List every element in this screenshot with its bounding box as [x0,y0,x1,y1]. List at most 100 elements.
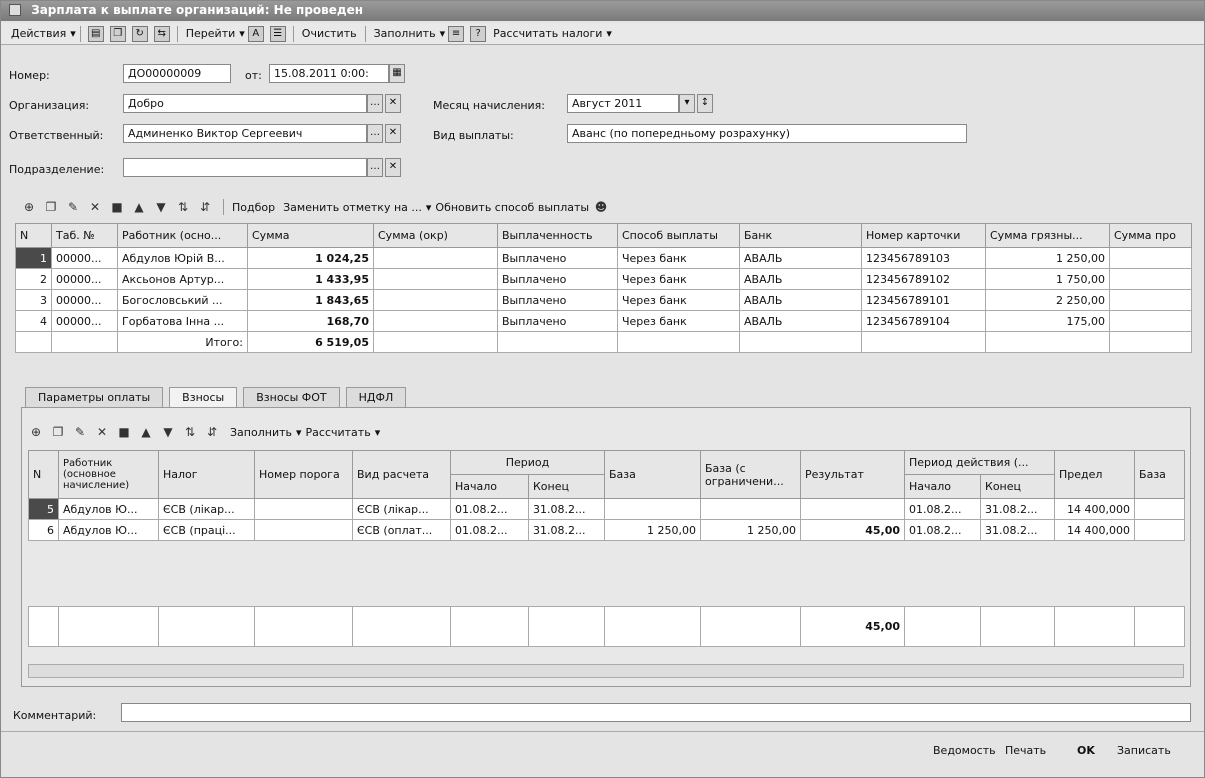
fill-menu[interactable]: Заполнить [370,27,440,40]
delete-icon[interactable]: ✕ [94,425,110,439]
column-header[interactable]: N [28,450,59,499]
sort-asc-icon[interactable]: ⇅ [182,425,198,439]
person-icon[interactable]: ☻ [593,200,609,214]
column-header[interactable]: Работник (осно... [117,223,248,248]
clear-button[interactable]: Очистить [298,27,361,40]
select-button[interactable]: Подбор [228,201,279,214]
sort-asc-icon[interactable]: ⇅ [175,200,191,214]
paytype-field[interactable]: Аванс (по попередньому розрахунку) [567,124,967,143]
goto-menu[interactable]: Перейти [182,27,240,40]
column-header[interactable]: База (с ограничени... [700,450,802,499]
horizontal-scrollbar[interactable] [28,664,1184,678]
column-header[interactable]: Работник (основное начисление) [58,450,159,499]
calculate-menu[interactable]: Рассчитать [302,426,375,439]
column-header[interactable]: Начало [904,474,982,499]
add-icon[interactable]: ⊕ [21,200,37,214]
column-header[interactable]: Сумма про [1109,223,1192,248]
copy-row-icon[interactable]: ❐ [43,200,59,214]
window-title: Зарплата к выплате организаций: Не прове… [31,3,364,17]
tab-payroll-contributions[interactable]: Взносы ФОТ [243,387,340,407]
column-header[interactable]: Период [449,450,606,475]
copy-row-icon[interactable]: ❐ [50,425,66,439]
table-row[interactable]: 5 Абдулов Ю... ЄСВ (лікар... ЄСВ (лікар... 0… [28,498,1186,520]
column-header[interactable]: Способ выплаты [617,223,740,248]
column-header[interactable]: Начало [450,474,529,499]
move-down-icon[interactable]: ▼ [160,425,176,439]
move-down-icon[interactable]: ▼ [153,200,169,214]
table-row[interactable]: 4 00000... Горбатова Інна ... 168,70 Выплаче… [15,310,1192,332]
tab-contributions[interactable]: Взносы [169,387,238,407]
column-header[interactable]: Результат [800,450,906,499]
refresh-icon[interactable]: ↻ [131,25,148,42]
save-button[interactable]: Записать [1111,742,1177,762]
fill-menu[interactable]: Заполнить [226,426,296,439]
sort-desc-icon[interactable]: ⇵ [197,200,213,214]
month-field[interactable]: Август 2011 [567,94,679,113]
spin-icon[interactable]: ↕ [697,94,713,113]
sort-desc-icon[interactable]: ⇵ [204,425,220,439]
tab-income-tax[interactable]: НДФЛ [345,387,407,407]
delete-icon[interactable]: ✕ [87,200,103,214]
edit-icon[interactable]: ✎ [72,425,88,439]
column-header[interactable]: Таб. № [51,223,118,248]
table-row[interactable]: 1 00000... Абдулов Юрій В... 1 024,25 Выплач… [15,247,1192,269]
end-edit-icon[interactable]: ■ [109,200,125,214]
font-icon[interactable]: A [247,25,264,42]
ok-button[interactable]: OK [1071,742,1101,762]
list-icon[interactable]: ≡ [448,25,465,42]
clear-icon[interactable]: ✕ [385,124,401,143]
clear-icon[interactable]: ✕ [385,158,401,177]
column-header[interactable]: Выплаченность [497,223,618,248]
calc-taxes-menu[interactable]: Рассчитать налоги [489,27,606,40]
table-cell: Абдулов Ю... [58,519,159,541]
column-header[interactable]: Сумма (окр) [373,223,498,248]
replace-mark-menu[interactable]: Заменить отметку на ... [279,201,426,214]
add-icon[interactable]: ⊕ [28,425,44,439]
column-header[interactable]: Период действия (... [904,450,1056,475]
date-field[interactable]: 15.08.2011 0:00: [269,64,389,83]
select-icon[interactable]: … [367,158,383,177]
table-row[interactable]: 2 00000... Аксьонов Артур... 1 433,95 Выплач… [15,268,1192,290]
column-header[interactable]: Конец [980,474,1056,499]
update-method-button[interactable]: Обновить способ выплаты [431,201,593,214]
column-header[interactable]: Предел [1054,450,1136,499]
dropdown-icon[interactable]: ▾ [679,94,695,113]
journal-icon[interactable]: ☰ [269,25,286,42]
move-up-icon[interactable]: ▲ [131,200,147,214]
number-field[interactable]: ДО00000009 [123,64,231,83]
print-menu[interactable]: Печать [999,742,1052,762]
department-field[interactable] [123,158,367,177]
column-header[interactable]: Сумма грязны... [985,223,1110,248]
help-icon[interactable]: ? [470,25,487,42]
column-header[interactable]: N [15,223,52,248]
column-header[interactable]: Номер карточки [861,223,986,248]
column-header[interactable]: Номер порога [254,450,353,499]
end-edit-icon[interactable]: ■ [116,425,132,439]
column-header[interactable]: База [604,450,702,499]
responsible-field[interactable]: Админенко Виктор Сергеевич [123,124,367,143]
column-header[interactable]: База [1134,450,1186,499]
column-header[interactable]: Налог [158,450,255,499]
calendar-icon[interactable]: ▦ [389,64,405,83]
select-icon[interactable]: … [367,94,383,113]
chevron-down-icon: ▾ [439,27,446,40]
move-up-icon[interactable]: ▲ [138,425,154,439]
column-header[interactable]: Сумма [247,223,374,248]
table-cell: Абдулов Юрій В... [117,247,248,269]
clear-icon[interactable]: ✕ [385,94,401,113]
post-icon[interactable]: ▤ [87,25,104,42]
actions-menu[interactable]: Действия [7,27,70,40]
select-icon[interactable]: … [367,124,383,143]
structure-icon[interactable]: ⇆ [153,25,170,42]
tab-payment-params[interactable]: Параметры оплаты [25,387,164,407]
column-header[interactable]: Вид расчета [352,450,451,499]
column-header[interactable]: Банк [739,223,862,248]
column-header[interactable]: Конец [527,474,606,499]
copy-icon[interactable]: ❐ [109,25,126,42]
organization-field[interactable]: Добро [123,94,367,113]
edit-icon[interactable]: ✎ [65,200,81,214]
table-row[interactable]: 3 00000... Богословський ... 1 843,65 Выплач… [15,289,1192,311]
table-row[interactable]: 6 Абдулов Ю... ЄСВ (праці... ЄСВ (оплат... 0… [28,519,1186,541]
report-button[interactable]: Ведомость [927,742,1002,762]
comment-field[interactable] [121,703,1191,722]
